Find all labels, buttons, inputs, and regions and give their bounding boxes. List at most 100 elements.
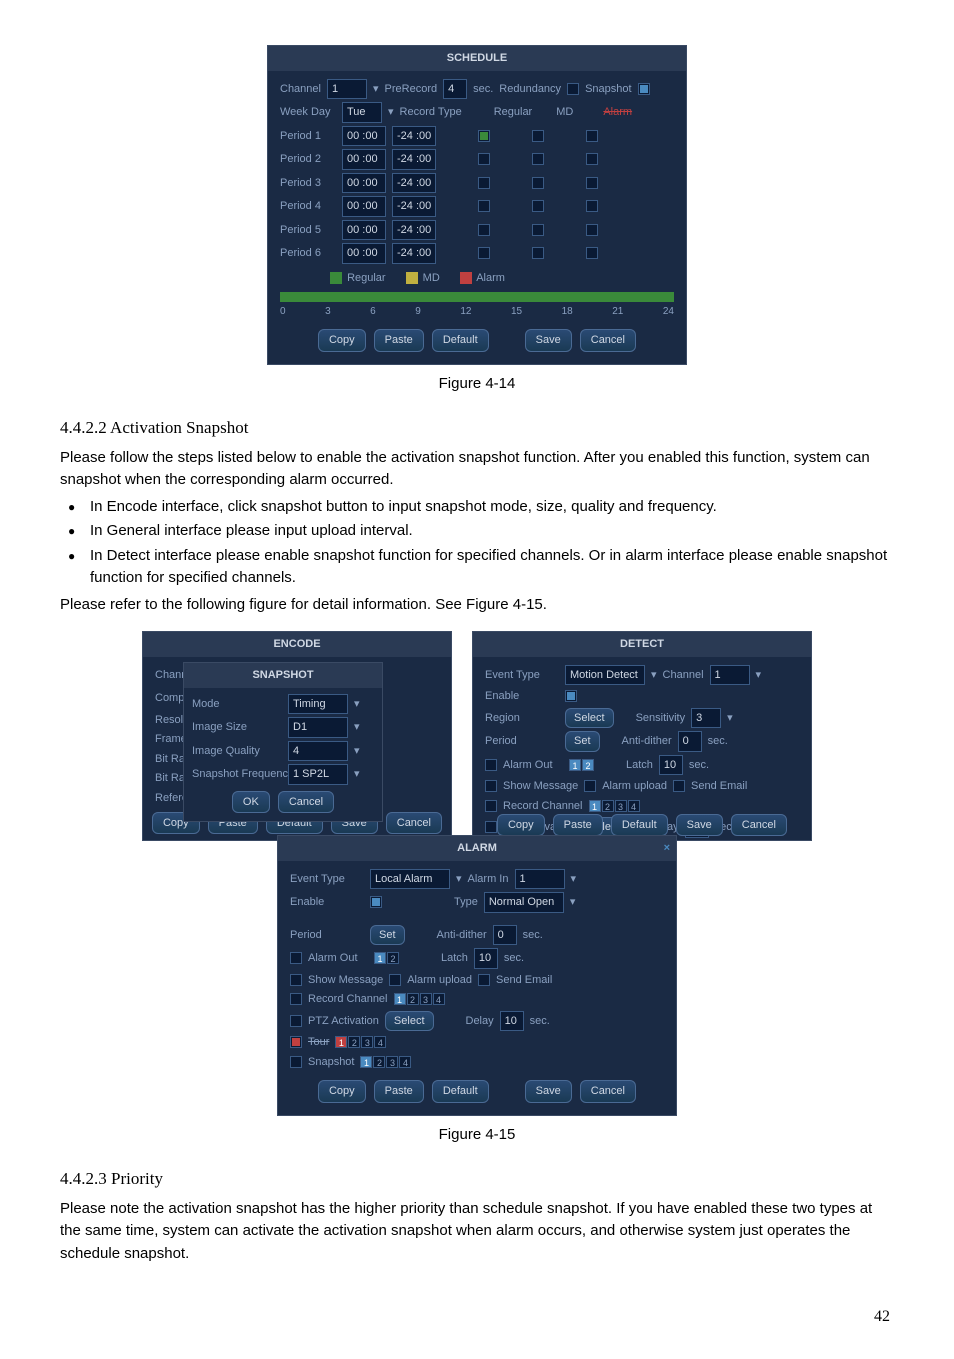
alarm-latch-input[interactable]: 10 [474, 948, 498, 969]
alarm-snapshot-label: Snapshot [308, 1054, 354, 1071]
alarm-snapshot-checkbox[interactable] [290, 1056, 302, 1068]
alarm-ptz-button[interactable]: Select [385, 1011, 434, 1032]
detect-save-button[interactable]: Save [676, 814, 723, 837]
weekday-select[interactable]: Tue [342, 102, 382, 123]
snapshot-checkbox[interactable] [638, 83, 650, 95]
period-alarm-checkbox[interactable] [586, 153, 598, 165]
period-start-input[interactable]: 00 :00 [342, 196, 386, 217]
snap-quality-select[interactable]: 4 [288, 741, 348, 762]
period-alarm-checkbox[interactable] [586, 200, 598, 212]
period-md-checkbox[interactable] [532, 200, 544, 212]
period-alarm-checkbox[interactable] [586, 130, 598, 142]
detect-sensitivity-select[interactable]: 3 [691, 708, 721, 729]
alarm-type-select[interactable]: Normal Open [484, 892, 564, 913]
period-regular-checkbox[interactable] [478, 130, 490, 142]
detect-antidither-input[interactable]: 0 [678, 731, 702, 752]
snap-mode-select[interactable]: Timing [288, 694, 348, 715]
period-md-checkbox[interactable] [532, 177, 544, 189]
alarm-showmsg-checkbox[interactable] [290, 974, 302, 986]
detect-event-type-select[interactable]: Motion Detect [565, 665, 645, 686]
period-md-checkbox[interactable] [532, 247, 544, 259]
period-alarm-checkbox[interactable] [586, 224, 598, 236]
alarm-alarmupload-checkbox[interactable] [389, 974, 401, 986]
period-start-input[interactable]: 00 :00 [342, 126, 386, 147]
period-end-input[interactable]: -24 :00 [392, 149, 436, 170]
alarm-in-select[interactable]: 1 [515, 869, 565, 890]
close-icon[interactable]: × [664, 840, 670, 857]
prerecord-label: PreRecord [385, 81, 438, 98]
detect-recordch-checkbox[interactable] [485, 800, 497, 812]
alarm-recordch-channels[interactable]: 1234 [394, 993, 445, 1005]
detect-recordch-channels[interactable]: 1234 [589, 800, 640, 812]
period-alarm-checkbox[interactable] [586, 247, 598, 259]
alarm-alarmout-channels[interactable]: 12 [374, 952, 399, 964]
schedule-save-button[interactable]: Save [525, 329, 572, 352]
schedule-cancel-button[interactable]: Cancel [580, 329, 636, 352]
alarm-save-button[interactable]: Save [525, 1080, 572, 1103]
schedule-paste-button[interactable]: Paste [374, 329, 424, 352]
period-md-checkbox[interactable] [532, 224, 544, 236]
detect-cancel-button[interactable]: Cancel [731, 814, 787, 837]
detect-region-button[interactable]: Select [565, 708, 614, 729]
detect-paste-button[interactable]: Paste [553, 814, 603, 837]
alarm-recordch-checkbox[interactable] [290, 993, 302, 1005]
alarm-alarmout-checkbox[interactable] [290, 952, 302, 964]
period-alarm-checkbox[interactable] [586, 177, 598, 189]
period-md-checkbox[interactable] [532, 130, 544, 142]
section-4422-p2: Please refer to the following figure for… [60, 594, 894, 617]
detect-enable-checkbox[interactable] [565, 690, 577, 702]
period-regular-checkbox[interactable] [478, 153, 490, 165]
period-start-input[interactable]: 00 :00 [342, 149, 386, 170]
alarm-snapshot-channels[interactable]: 1234 [360, 1056, 411, 1068]
snap-cancel-button[interactable]: Cancel [278, 791, 334, 814]
snap-freq-select[interactable]: 1 SP2L [288, 764, 348, 785]
period-regular-checkbox[interactable] [478, 247, 490, 259]
detect-copy-button[interactable]: Copy [497, 814, 545, 837]
detect-sensitivity-label: Sensitivity [636, 710, 686, 727]
detect-showmsg-checkbox[interactable] [485, 780, 497, 792]
alarm-ptz-checkbox[interactable] [290, 1015, 302, 1027]
alarm-default-button[interactable]: Default [432, 1080, 489, 1103]
detect-channel-select[interactable]: 1 [710, 665, 750, 686]
detect-alarmout-channels[interactable]: 12 [569, 759, 594, 771]
period-end-input[interactable]: -24 :00 [392, 243, 436, 264]
detect-default-button[interactable]: Default [611, 814, 668, 837]
redundancy-checkbox[interactable] [567, 83, 579, 95]
snap-ok-button[interactable]: OK [232, 791, 270, 814]
detect-alarmout-checkbox[interactable] [485, 759, 497, 771]
schedule-period-row: Period 300 :00-24 :00 [280, 173, 674, 194]
alarm-tour-channels[interactable]: 1234 [335, 1036, 386, 1048]
alarm-enable-checkbox[interactable] [370, 896, 382, 908]
period-end-input[interactable]: -24 :00 [392, 173, 436, 194]
snap-size-select[interactable]: D1 [288, 717, 348, 738]
alarm-sendemail-checkbox[interactable] [478, 974, 490, 986]
alarm-period-button[interactable]: Set [370, 925, 405, 946]
schedule-copy-button[interactable]: Copy [318, 329, 366, 352]
alarm-delay-input[interactable]: 10 [500, 1011, 524, 1032]
period-regular-checkbox[interactable] [478, 224, 490, 236]
period-end-input[interactable]: -24 :00 [392, 220, 436, 241]
encode-cancel-button[interactable]: Cancel [386, 812, 442, 835]
detect-sendemail-checkbox[interactable] [673, 780, 685, 792]
period-regular-checkbox[interactable] [478, 200, 490, 212]
period-start-input[interactable]: 00 :00 [342, 220, 386, 241]
alarm-tour-checkbox[interactable] [290, 1036, 302, 1048]
prerecord-input[interactable]: 4 [443, 79, 467, 100]
alarm-paste-button[interactable]: Paste [374, 1080, 424, 1103]
period-end-input[interactable]: -24 :00 [392, 196, 436, 217]
period-start-input[interactable]: 00 :00 [342, 243, 386, 264]
schedule-default-button[interactable]: Default [432, 329, 489, 352]
period-md-checkbox[interactable] [532, 153, 544, 165]
legend-regular-color [330, 272, 342, 284]
alarm-event-type-select[interactable]: Local Alarm [370, 869, 450, 890]
alarm-cancel-button[interactable]: Cancel [580, 1080, 636, 1103]
detect-alarmupload-checkbox[interactable] [584, 780, 596, 792]
detect-period-button[interactable]: Set [565, 731, 600, 752]
period-end-input[interactable]: -24 :00 [392, 126, 436, 147]
alarm-copy-button[interactable]: Copy [318, 1080, 366, 1103]
channel-select[interactable]: 1 [327, 79, 367, 100]
detect-latch-input[interactable]: 10 [659, 755, 683, 776]
alarm-antidither-input[interactable]: 0 [493, 925, 517, 946]
period-regular-checkbox[interactable] [478, 177, 490, 189]
period-start-input[interactable]: 00 :00 [342, 173, 386, 194]
